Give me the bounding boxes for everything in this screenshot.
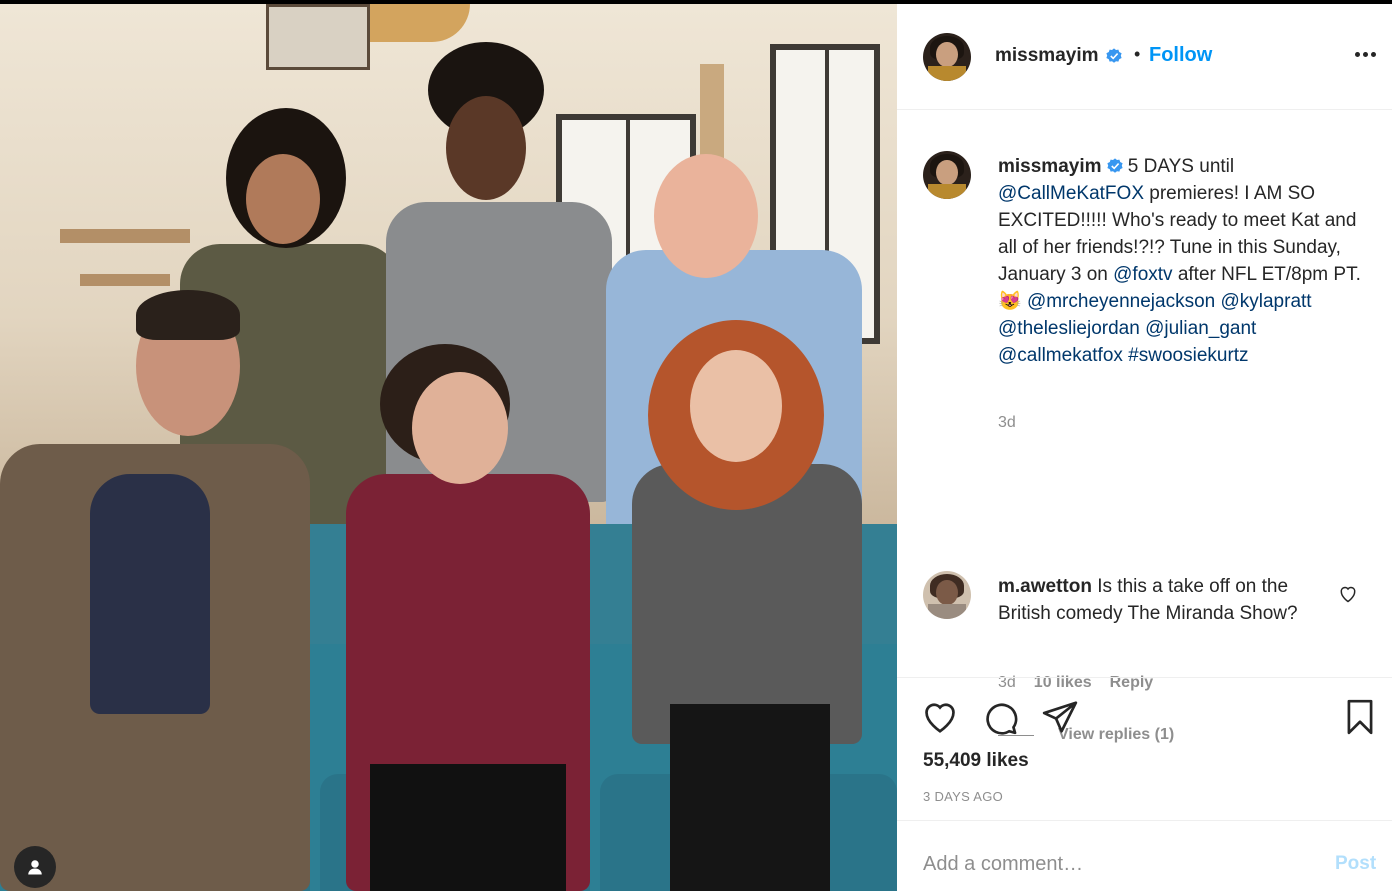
author-username[interactable]: missmayim: [995, 45, 1099, 67]
mention-link[interactable]: @julian_gant: [1145, 318, 1256, 339]
photo-wall-frame: [266, 4, 370, 70]
post-header: missmayim • Follow: [897, 4, 1392, 110]
post-side-panel: missmayim • Follow missmayim​ 5 DAYS unt…: [897, 4, 1392, 891]
mention-link[interactable]: @foxtv: [1113, 264, 1172, 285]
mention-link[interactable]: @CallMeKatFOX: [998, 183, 1144, 204]
mention-link[interactable]: @kylapratt: [1220, 291, 1311, 312]
hashtag-link[interactable]: #swoosiekurtz: [1128, 345, 1248, 366]
commenter-avatar[interactable]: [923, 571, 971, 619]
verified-badge-icon: [1106, 48, 1122, 63]
posted-time[interactable]: 3 DAYS AGO: [923, 789, 1003, 804]
comments-area: missmayim​ 5 DAYS until @CallMeKatFOX pr…: [897, 110, 1392, 743]
more-options-button[interactable]: [1351, 42, 1379, 66]
caption-text-segment: 5 DAYS until: [1122, 156, 1235, 177]
mention-link[interactable]: @thelesliejordan: [998, 318, 1140, 339]
caption-author-avatar[interactable]: [923, 151, 971, 199]
more-options-icon: [1354, 51, 1360, 57]
mention-link[interactable]: @mrcheyennejackson: [1027, 291, 1215, 312]
add-comment-bar: Post: [897, 820, 1392, 891]
bookmark-icon[interactable]: [1341, 698, 1379, 736]
tagged-users-button[interactable]: [14, 846, 56, 888]
mention-link[interactable]: @callmekatfox: [998, 345, 1123, 366]
add-comment-input[interactable]: [923, 849, 1303, 879]
author-avatar[interactable]: [923, 33, 971, 81]
follow-button[interactable]: Follow: [1149, 44, 1212, 67]
comment-like-heart-icon[interactable]: [1338, 584, 1358, 604]
post-comment-button[interactable]: Post: [1335, 853, 1376, 875]
user-tag-icon: [28, 860, 42, 875]
paper-plane-icon[interactable]: [1041, 698, 1079, 736]
heart-icon[interactable]: [921, 698, 959, 736]
caption-time[interactable]: 3d: [998, 414, 1016, 432]
header-separator: •: [1134, 44, 1141, 64]
comment-bubble-icon[interactable]: [981, 698, 1019, 736]
commenter-username[interactable]: m.awetton: [998, 576, 1092, 597]
likes-count[interactable]: 55,409 likes: [923, 750, 1029, 772]
post-actions: 55,409 likes 3 DAYS AGO: [897, 677, 1392, 821]
post-image[interactable]: [0, 4, 897, 891]
comment-text: m.awetton Is this a take off on the Brit…: [998, 573, 1328, 627]
caption-text: missmayim​ 5 DAYS until @CallMeKatFOX pr…: [998, 153, 1368, 369]
photo-shelf: [60, 229, 190, 243]
verified-badge-icon: [1106, 158, 1123, 173]
caption-author[interactable]: missmayim: [998, 156, 1102, 177]
photo-shelf: [80, 274, 170, 286]
